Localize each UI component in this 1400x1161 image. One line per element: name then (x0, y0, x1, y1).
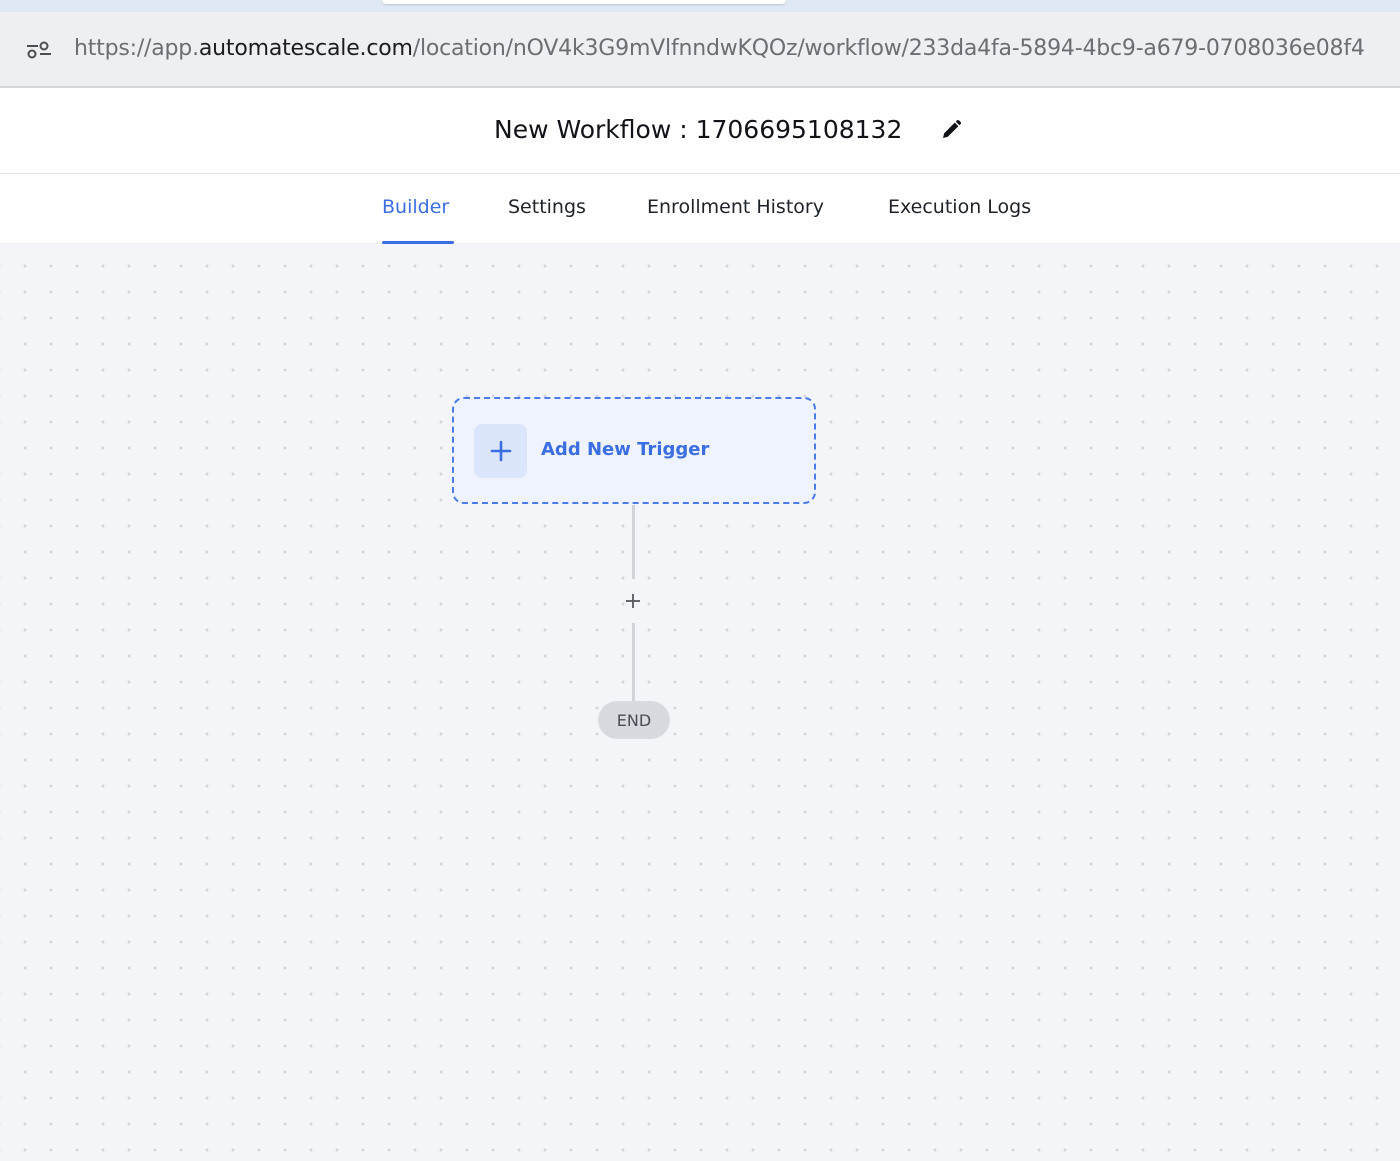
workflow-header: New Workflow : 1706695108132 (0, 88, 1400, 174)
connector-line (632, 505, 635, 579)
address-bar[interactable]: https://app.automatescale.com/location/n… (0, 12, 1400, 88)
add-step-button[interactable] (620, 588, 646, 614)
browser-tab-strip (0, 0, 1400, 12)
trigger-label: Add New Trigger (541, 439, 710, 460)
site-settings-icon[interactable] (24, 38, 54, 62)
browser-active-tab[interactable] (382, 0, 786, 4)
workflow-tabs: Builder Settings Enrollment History Exec… (0, 174, 1400, 244)
url-prefix: https://app. (74, 36, 199, 61)
add-new-trigger-button[interactable]: Add New Trigger (452, 397, 816, 504)
plus-icon (626, 594, 640, 608)
connector-line (632, 623, 635, 703)
tab-execution-logs[interactable]: Execution Logs (888, 196, 1031, 244)
url-path: /location/nOV4k3G9mVlfnndwKQOz/workflow/… (412, 36, 1365, 61)
pencil-icon[interactable] (940, 119, 962, 141)
end-node: END (598, 701, 670, 739)
url-domain: automatescale.com (198, 36, 413, 61)
url-text[interactable]: https://app.automatescale.com/location/n… (74, 36, 1365, 61)
workflow-title: New Workflow : 1706695108132 (494, 115, 903, 144)
tab-enrollment-history[interactable]: Enrollment History (647, 196, 824, 244)
workflow-canvas[interactable]: Add New Trigger END (0, 245, 1400, 1161)
tab-settings[interactable]: Settings (508, 196, 586, 244)
tab-builder[interactable]: Builder (382, 196, 454, 244)
plus-icon (474, 424, 527, 478)
